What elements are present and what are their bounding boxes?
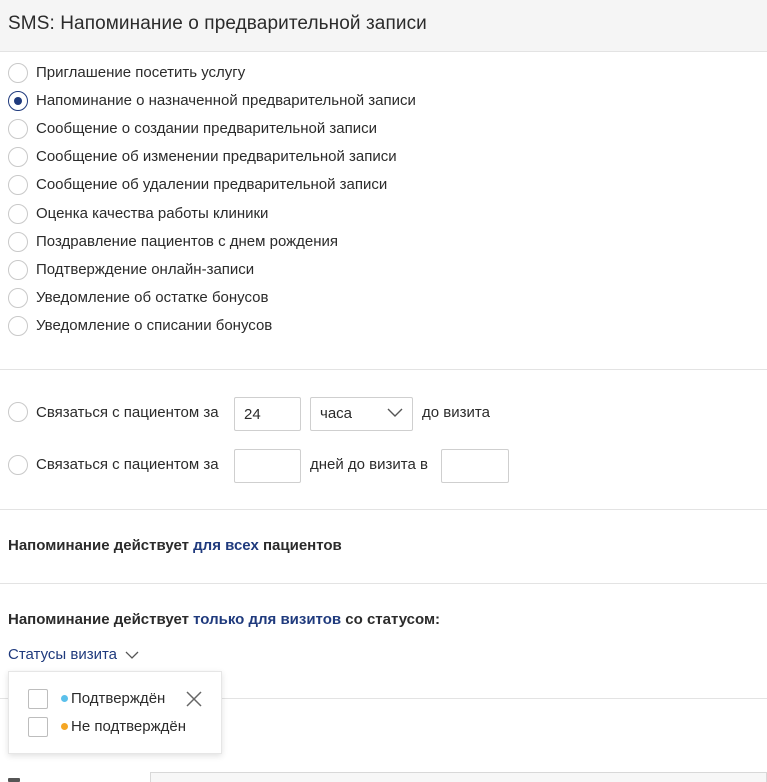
template-option-radio[interactable] — [8, 175, 28, 195]
scope-status-line: Напоминание действует только для визитов… — [8, 611, 440, 628]
status-confirmed-dot — [61, 695, 68, 702]
visit-statuses-dropdown: Подтверждён Не подтверждён — [8, 671, 222, 754]
status-unconfirmed-checkbox[interactable] — [28, 717, 48, 737]
template-option-label[interactable]: Подтверждение онлайн-записи — [36, 261, 254, 278]
timing-hours-radio[interactable] — [8, 402, 28, 422]
status-confirmed-checkbox[interactable] — [28, 689, 48, 709]
timing-days-prefix: Связаться с пациентом за — [36, 456, 219, 473]
template-option-label[interactable]: Поздравление пациентов с днем рождения — [36, 233, 338, 250]
scope-all-prefix: Напоминание действует — [8, 537, 189, 554]
visit-statuses-label: Статусы визита — [8, 646, 118, 663]
days-count-input[interactable] — [234, 449, 301, 483]
time-unit-select[interactable]: часа — [310, 397, 413, 431]
scope-status-suffix: со статусом: — [345, 611, 441, 628]
scope-status-link[interactable]: только для визитов — [193, 611, 341, 628]
scope-status-prefix: Напоминание действует — [8, 611, 189, 628]
template-option-radio[interactable] — [8, 147, 28, 167]
template-option-radio[interactable] — [8, 232, 28, 252]
timing-hours-prefix: Связаться с пациентом за — [36, 404, 219, 421]
timing-days-radio[interactable] — [8, 455, 28, 475]
hours-count-input[interactable]: 24 — [234, 397, 301, 431]
template-option-label[interactable]: Уведомление об остатке бонусов — [36, 289, 268, 306]
timing-hours-suffix: до визита — [422, 404, 490, 421]
visit-statuses-dropdown-toggle[interactable]: Статусы визита — [8, 646, 139, 663]
scope-all-link[interactable]: для всех — [193, 537, 259, 554]
template-option-label[interactable]: Сообщение об удалении предварительной за… — [36, 176, 387, 193]
scope-all-line: Напоминание действует для всех пациентов — [8, 537, 342, 554]
template-option-radio[interactable] — [8, 91, 28, 111]
field-label-stub — [8, 778, 20, 782]
template-option-label[interactable]: Уведомление о списании бонусов — [36, 317, 272, 334]
timing-days-middle: дней до визита в — [310, 456, 428, 473]
template-option-label[interactable]: Приглашение посетить услугу — [36, 64, 245, 81]
template-option-radio[interactable] — [8, 316, 28, 336]
template-option-radio[interactable] — [8, 119, 28, 139]
template-option-label[interactable]: Оценка качества работы клиники — [36, 205, 268, 222]
chevron-down-icon — [387, 408, 403, 417]
dialog-header: SMS: Напоминание о предварительной запис… — [0, 0, 767, 52]
send-time-input[interactable] — [441, 449, 509, 483]
template-option-radio[interactable] — [8, 288, 28, 308]
status-confirmed-label: Подтверждён — [71, 690, 166, 707]
divider — [0, 369, 767, 370]
dialog-title: SMS: Напоминание о предварительной запис… — [8, 13, 427, 34]
time-unit-value: часа — [320, 405, 352, 422]
chevron-down-icon — [125, 651, 139, 659]
template-option-label[interactable]: Сообщение о создании предварительной зап… — [36, 120, 377, 137]
status-unconfirmed-dot — [61, 723, 68, 730]
close-icon[interactable] — [185, 690, 203, 708]
message-text-area[interactable] — [150, 772, 767, 782]
status-unconfirmed-label: Не подтверждён — [71, 718, 186, 735]
divider — [0, 509, 767, 510]
template-option-radio[interactable] — [8, 260, 28, 280]
divider — [0, 583, 767, 584]
template-option-label[interactable]: Сообщение об изменении предварительной з… — [36, 148, 397, 165]
template-option-radio[interactable] — [8, 204, 28, 224]
template-option-radio[interactable] — [8, 63, 28, 83]
scope-all-suffix: пациентов — [262, 537, 342, 554]
template-option-label[interactable]: Напоминание о назначенной предварительно… — [36, 92, 416, 109]
